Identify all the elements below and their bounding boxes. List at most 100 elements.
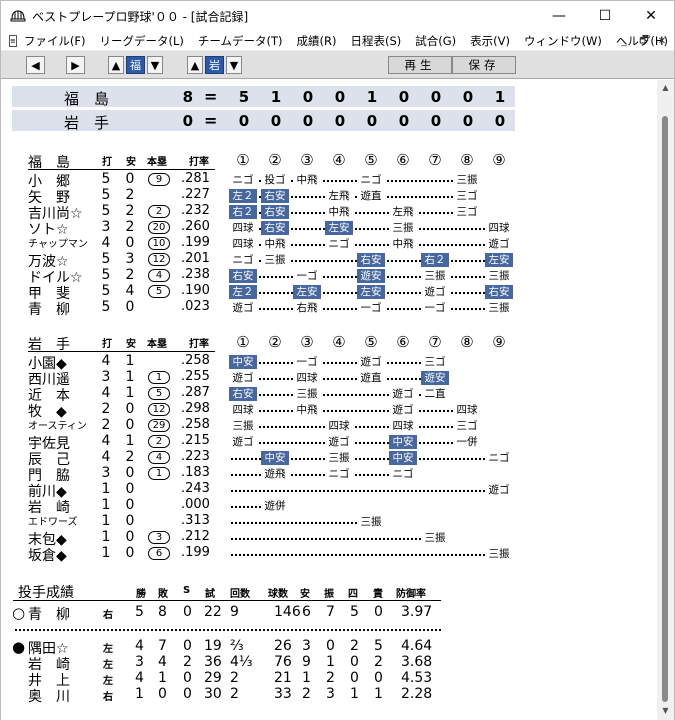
pitcher-stat: 4	[158, 654, 167, 670]
header-inning: ⑧	[460, 333, 474, 351]
pitcher-stat: 4	[135, 638, 144, 654]
team2-down-button[interactable]: ▼	[226, 56, 242, 74]
pitcher-stat: 4.53	[401, 670, 433, 686]
at-bat-result: 遊ゴ	[229, 301, 257, 315]
scrollbar-thumb[interactable]	[662, 116, 668, 702]
prev-game-button[interactable]: ◀	[26, 56, 45, 74]
menu-view[interactable]: 表示(V)	[463, 33, 517, 49]
player-at-bats: 5	[101, 171, 111, 187]
pitcher-name[interactable]: 奥 川	[28, 686, 70, 706]
pitcher-stat: 36	[204, 654, 222, 670]
title-bar: ベストプレープロ野球'００ - [試合記録] — ☐ ✕	[1, 1, 674, 31]
team2-up-button[interactable]: ▲	[187, 56, 203, 74]
at-bat-result: 右安	[485, 285, 513, 299]
player-average: .201	[181, 251, 210, 266]
pitcher-stat: 3	[326, 686, 335, 702]
at-bat-result: 右２	[229, 205, 257, 219]
player-home-runs: 20	[148, 221, 170, 234]
at-bat-result: ニゴ	[389, 467, 417, 481]
menu-team-data[interactable]: チームデータ(T)	[191, 33, 290, 49]
header-inning: ⑤	[364, 333, 378, 351]
player-name[interactable]: 青 柳	[28, 299, 70, 319]
header-inning: ②	[268, 151, 282, 169]
scoreboard-inning-run: 0	[494, 112, 506, 130]
menu-file[interactable]: ファイル(F)	[17, 33, 93, 49]
menu-schedule[interactable]: 日程表(S)	[343, 33, 408, 49]
player-average: .199	[181, 545, 210, 560]
header-inning: ③	[300, 151, 314, 169]
pitcher-stat: 33	[274, 686, 292, 702]
at-bat-result: 三振	[389, 221, 417, 235]
pitcher-hand: 右	[103, 692, 113, 703]
header-inning: ④	[332, 151, 346, 169]
at-bat-result: 左飛	[325, 189, 353, 203]
play-button[interactable]: 再生	[388, 56, 452, 74]
result-leader-dots	[231, 554, 485, 556]
player-hits: 2	[125, 219, 135, 235]
at-bat-result: 一ゴ	[357, 301, 385, 315]
header-inning: ②	[268, 333, 282, 351]
scoreboard-inning-run: 0	[462, 112, 474, 130]
pitcher-stat: 2	[350, 638, 359, 654]
player-name[interactable]: チャップマン	[28, 235, 88, 250]
player-home-runs: 5	[148, 285, 170, 298]
document-icon[interactable]: ≡	[9, 34, 17, 47]
pitching-header: 敗	[158, 589, 168, 600]
scroll-up-icon[interactable]: ▲	[660, 83, 671, 93]
at-bat-result: 三振	[293, 387, 321, 401]
close-button[interactable]: ✕	[628, 1, 674, 31]
at-bat-result: 四球	[485, 221, 513, 235]
maximize-button[interactable]: ☐	[582, 1, 628, 31]
team2-selector[interactable]: 岩	[205, 56, 224, 74]
player-average: .260	[181, 219, 210, 234]
scoreboard-equals: =	[204, 87, 218, 106]
player-average: .255	[181, 369, 210, 384]
menu-game[interactable]: 試合(G)	[408, 33, 463, 49]
header-inning: ⑨	[492, 151, 506, 169]
scroll-down-icon[interactable]: ▼	[660, 706, 671, 716]
pitcher-name[interactable]: 青 柳	[28, 604, 70, 624]
pitcher-stat: 3	[302, 638, 311, 654]
pitcher-stat: 3	[135, 654, 144, 670]
at-bat-result: 遊ゴ	[389, 403, 417, 417]
team1-up-button[interactable]: ▲	[108, 56, 124, 74]
team1-down-button[interactable]: ▼	[147, 56, 163, 74]
at-bat-result: 四球	[229, 237, 257, 251]
player-hits: 1	[125, 433, 135, 449]
player-home-runs: 3	[148, 531, 170, 544]
player-hits: 2	[125, 449, 135, 465]
menu-league-data[interactable]: リーグデータ(L)	[92, 33, 190, 49]
mdi-restore-button[interactable]: 🗗	[635, 33, 653, 49]
at-bat-result: 中安	[261, 451, 289, 465]
menu-window[interactable]: ウィンドウ(W)	[517, 33, 609, 49]
decision-mark: ●	[12, 638, 26, 656]
team1-selector[interactable]: 福	[126, 56, 145, 74]
player-average: .000	[181, 497, 210, 512]
mdi-close-button[interactable]: ✕	[653, 33, 671, 49]
scoreboard-inning-run: 0	[238, 112, 250, 130]
scoreboard-team-name: 岩 手	[64, 114, 110, 132]
player-home-runs: 2	[148, 435, 170, 448]
player-name[interactable]: エドワーズ	[28, 513, 78, 528]
app-window: ベストプレープロ野球'００ - [試合記録] — ☐ ✕ ≡ ファイル(F) リ…	[0, 0, 675, 720]
header-average: 打率	[189, 339, 209, 350]
player-hits: 0	[125, 513, 135, 529]
player-name[interactable]: 坂倉◆	[28, 545, 67, 565]
result-leader-dots	[231, 490, 485, 492]
at-bat-result: 三振	[453, 173, 481, 187]
pitcher-stat: 2	[326, 670, 335, 686]
mdi-minimize-button[interactable]: _	[615, 33, 633, 49]
vertical-scrollbar[interactable]: ▲ ▼	[657, 80, 674, 720]
player-at-bats: 1	[101, 481, 111, 497]
menu-stats[interactable]: 成績(R)	[290, 33, 344, 49]
at-bat-result: 右安	[261, 221, 289, 235]
header-inning: ⑥	[396, 333, 410, 351]
player-name[interactable]: オースティン	[28, 417, 87, 432]
at-bat-result: 四球	[325, 419, 353, 433]
scoreboard-total-runs: 0	[182, 112, 193, 130]
player-at-bats: 4	[101, 433, 111, 449]
save-button[interactable]: 保存	[452, 56, 516, 74]
next-game-button[interactable]: ▶	[66, 56, 85, 74]
pitcher-stat: 1	[326, 654, 335, 670]
minimize-button[interactable]: —	[536, 1, 582, 31]
